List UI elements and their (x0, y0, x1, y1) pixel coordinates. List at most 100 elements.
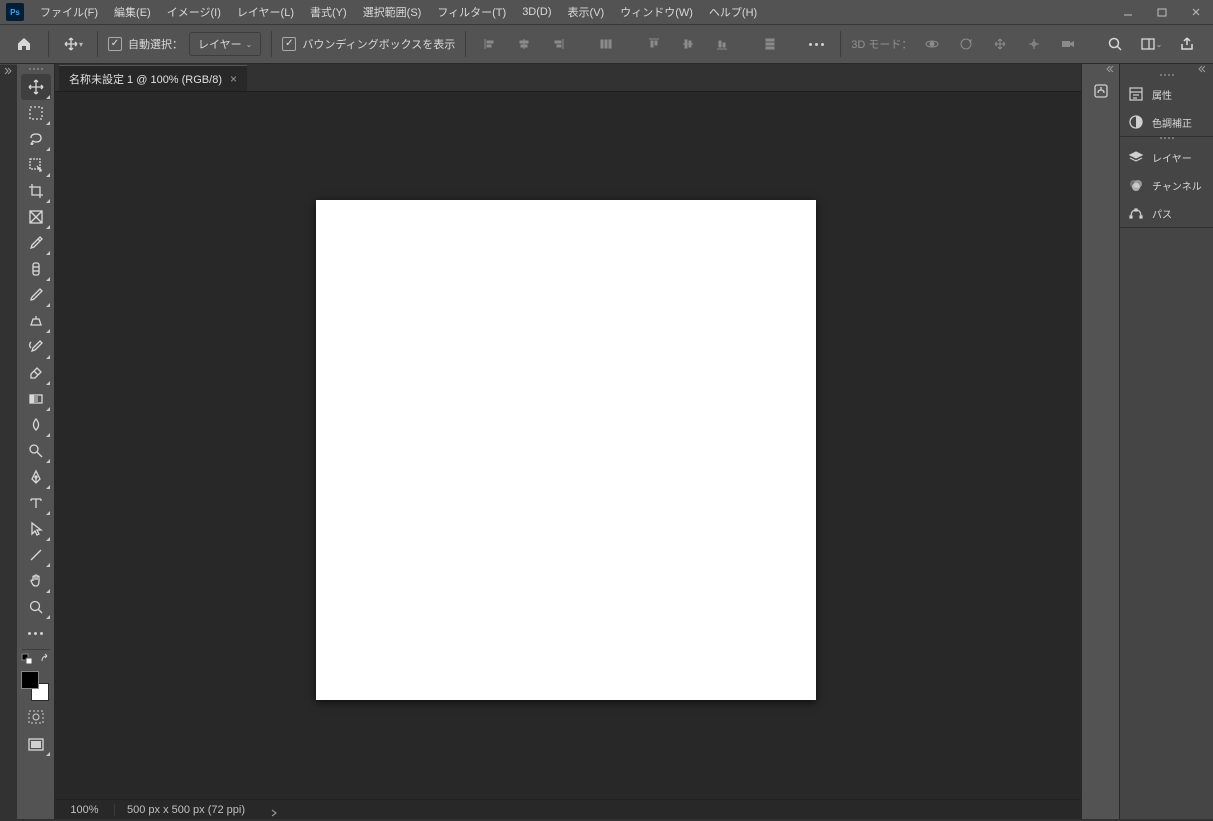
rect-marquee-tool[interactable] (21, 100, 51, 126)
swap-colors-icon[interactable] (39, 653, 51, 668)
menu-filter[interactable]: フィルター(T) (429, 0, 514, 24)
panel-label: レイヤー (1152, 150, 1192, 165)
eyedropper-tool[interactable] (21, 230, 51, 256)
show-bounding-box-checkbox[interactable] (282, 37, 296, 51)
panel-label: 色調補正 (1152, 115, 1192, 130)
chevron-down-icon: ▾ (79, 40, 83, 49)
search-button[interactable] (1101, 30, 1129, 58)
more-options-button[interactable] (802, 30, 830, 58)
lasso-tool[interactable] (21, 126, 51, 152)
menu-window[interactable]: ウィンドウ(W) (612, 0, 701, 24)
panel-label: 属性 (1152, 87, 1172, 102)
menu-file[interactable]: ファイル(F) (32, 0, 106, 24)
document-tab-title: 名称未設定 1 @ 100% (RGB/8) (69, 71, 222, 87)
menu-3d[interactable]: 3D(D) (514, 2, 559, 22)
panel-properties[interactable]: 属性 (1120, 80, 1213, 108)
document-area: 名称未設定 1 @ 100% (RGB/8) × 100% 500 px x 5… (55, 64, 1081, 819)
mode-3d-label: 3D モード： (851, 36, 912, 52)
app-logo-icon: Ps (6, 3, 24, 21)
quick-select-tool[interactable] (21, 152, 51, 178)
distribute-h-button[interactable] (592, 30, 620, 58)
pen-tool[interactable] (21, 464, 51, 490)
right-panel-dock: 属性 色調補正 レイヤー チャンネル パス (1119, 64, 1213, 819)
menu-edit[interactable]: 編集(E) (106, 0, 159, 24)
dodge-tool[interactable] (21, 438, 51, 464)
menu-type[interactable]: 書式(Y) (302, 0, 355, 24)
status-dims-text: 500 px x 500 px (72 ppi) (127, 804, 245, 816)
default-colors-icon[interactable] (21, 653, 33, 668)
window-minimize-button[interactable] (1111, 0, 1145, 24)
auto-select-checkbox[interactable] (108, 37, 122, 51)
align-bottom-button[interactable] (708, 30, 736, 58)
share-button[interactable] (1173, 30, 1201, 58)
crop-tool[interactable] (21, 178, 51, 204)
3d-slide-icon[interactable] (1020, 30, 1048, 58)
canvas-viewport[interactable] (55, 92, 1081, 799)
auto-select-label: 自動選択： (128, 36, 183, 52)
collapse-left-icon[interactable] (2, 66, 14, 76)
history-brush-tool[interactable] (21, 334, 51, 360)
menu-view[interactable]: 表示(V) (560, 0, 613, 24)
frame-tool[interactable] (21, 204, 51, 230)
workspace-switcher-button[interactable]: ⌄ (1137, 30, 1165, 58)
3d-pan-icon[interactable] (986, 30, 1014, 58)
color-swatches[interactable] (21, 671, 51, 701)
quick-mask-button[interactable] (21, 705, 51, 729)
status-dimensions[interactable]: 500 px x 500 px (72 ppi) (115, 804, 1081, 816)
3d-camera-icon[interactable] (1054, 30, 1082, 58)
hand-tool[interactable] (21, 568, 51, 594)
right-iconbar-1 (1081, 64, 1119, 819)
bounding-box-label: バウンディングボックスを表示 (302, 36, 455, 52)
eraser-tool[interactable] (21, 360, 51, 386)
home-button[interactable] (10, 30, 38, 58)
window-maximize-button[interactable] (1145, 0, 1179, 24)
clone-stamp-tool[interactable] (21, 308, 51, 334)
canvas[interactable] (316, 200, 816, 700)
align-right-button[interactable] (544, 30, 572, 58)
dropdown-value: レイヤー (198, 36, 242, 52)
healing-brush-tool[interactable] (21, 256, 51, 282)
align-top-button[interactable] (640, 30, 668, 58)
toolbox (17, 64, 55, 819)
panel-layers[interactable]: レイヤー (1120, 143, 1213, 171)
chevron-down-icon: ⌄ (246, 40, 253, 49)
menu-select[interactable]: 選択範囲(S) (355, 0, 430, 24)
menu-layer[interactable]: レイヤー(L) (229, 0, 302, 24)
edit-toolbar-button[interactable] (21, 620, 51, 646)
3d-roll-icon[interactable] (952, 30, 980, 58)
learn-panel-icon[interactable] (1086, 76, 1116, 106)
menu-help[interactable]: ヘルプ(H) (701, 0, 765, 24)
align-vcenter-button[interactable] (674, 30, 702, 58)
menu-bar: Ps ファイル(F) 編集(E) イメージ(I) レイヤー(L) 書式(Y) 選… (0, 0, 1213, 24)
panel-adjustments[interactable]: 色調補正 (1120, 108, 1213, 136)
document-tab-bar: 名称未設定 1 @ 100% (RGB/8) × (55, 64, 1081, 92)
panel-label: パス (1152, 206, 1172, 221)
align-hcenter-button[interactable] (510, 30, 538, 58)
panel-paths[interactable]: パス (1120, 199, 1213, 227)
zoom-tool[interactable] (21, 594, 51, 620)
type-tool[interactable] (21, 490, 51, 516)
status-bar: 100% 500 px x 500 px (72 ppi) (55, 799, 1081, 819)
left-dock-strip (0, 64, 17, 819)
status-zoom[interactable]: 100% (55, 804, 115, 816)
panel-channels[interactable]: チャンネル (1120, 171, 1213, 199)
move-tool-indicator-icon[interactable]: ▾ (59, 30, 87, 58)
line-tool[interactable] (21, 542, 51, 568)
foreground-color-swatch[interactable] (21, 671, 39, 689)
3d-orbit-icon[interactable] (918, 30, 946, 58)
path-select-tool[interactable] (21, 516, 51, 542)
blur-tool[interactable] (21, 412, 51, 438)
gradient-tool[interactable] (21, 386, 51, 412)
align-left-button[interactable] (476, 30, 504, 58)
options-bar: ▾ 自動選択： レイヤー ⌄ バウンディングボックスを表示 3D モード： ⌄ (0, 24, 1213, 64)
close-tab-icon[interactable]: × (230, 72, 237, 86)
brush-tool[interactable] (21, 282, 51, 308)
window-close-button[interactable] (1179, 0, 1213, 24)
auto-select-target-dropdown[interactable]: レイヤー ⌄ (189, 32, 261, 56)
distribute-v-button[interactable] (756, 30, 784, 58)
menu-image[interactable]: イメージ(I) (159, 0, 229, 24)
move-tool[interactable] (21, 74, 51, 100)
document-tab[interactable]: 名称未設定 1 @ 100% (RGB/8) × (59, 65, 247, 91)
screen-mode-button[interactable] (21, 733, 51, 757)
panel-label: チャンネル (1152, 178, 1202, 193)
